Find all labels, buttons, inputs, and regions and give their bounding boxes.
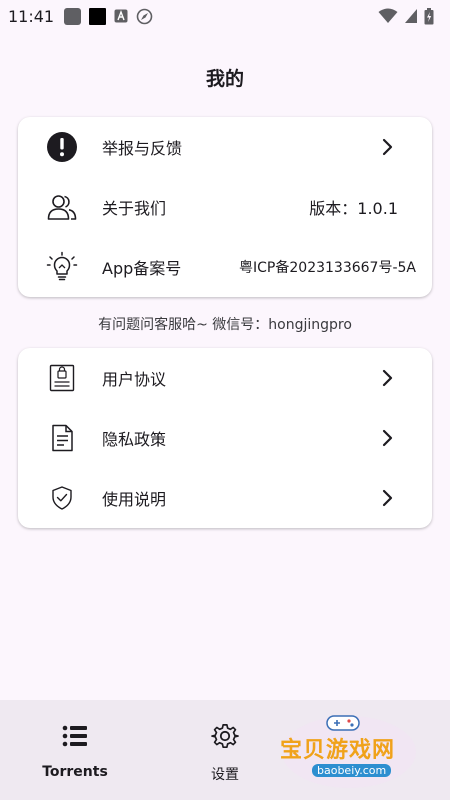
font-app-icon [114,9,128,23]
gamepad-icon [326,715,360,731]
page-title: 我的 [205,68,244,90]
app-version: 版本：1.0.1 [309,199,398,218]
watermark-text: 宝贝游戏网 [280,738,396,763]
nav-settings-label: 设置 [211,767,239,783]
list-icon [62,725,87,747]
icp-record-row: App备案号 粤ICP备2023133667号-5A [18,237,432,297]
chevron-right-icon [382,138,393,156]
agreement-icon [46,362,78,394]
usage-guide-row[interactable]: 使用说明 [18,468,432,528]
watermark-url: baobeiy.com [312,764,392,777]
compass-icon [136,8,153,24]
document-icon [46,422,78,454]
nav-torrents[interactable]: Torrents [0,700,150,800]
nav-torrents-label: Torrents [42,764,108,780]
icp-record-number: 粤ICP备2023133667号-5A [239,260,416,276]
about-us-row[interactable]: 关于我们 版本：1.0.1 [18,177,432,237]
signal-icon [405,9,417,23]
chevron-right-icon [382,369,393,387]
gear-icon [211,724,239,749]
report-feedback-label: 举报与反馈 [102,139,183,158]
chevron-right-icon [382,429,393,447]
lightbulb-icon [46,251,78,283]
about-us-label: 关于我们 [102,199,167,218]
status-bar: 11:41 [0,0,450,32]
info-card: 举报与反馈 关于我们 版本：1.0.1 App备案号 粤ICP备20231336… [18,117,432,297]
icp-record-label: App备案号 [102,259,182,278]
user-agreement-row[interactable]: 用户协议 [18,348,432,408]
app-notification-icon [64,7,82,25]
wifi-icon [378,8,398,23]
legal-card: 用户协议 隐私政策 使用说明 [18,348,432,528]
status-time: 11:41 [8,6,55,26]
privacy-policy-row[interactable]: 隐私政策 [18,408,432,468]
watermark-logo: 宝贝游戏网 baobeiy.com [272,712,422,792]
customer-service-note: 有问题问客服哈~ 微信号：hongjingpro [98,317,352,333]
notification-icons [64,7,153,25]
chevron-right-icon [382,489,393,507]
user-agreement-label: 用户协议 [102,370,167,389]
battery-icon [424,7,434,24]
black-square-icon [89,7,107,25]
usage-guide-label: 使用说明 [102,490,167,509]
alert-circle-icon [46,131,78,163]
report-feedback-row[interactable]: 举报与反馈 [18,117,432,177]
users-icon [46,191,78,223]
shield-check-icon [46,482,78,514]
privacy-policy-label: 隐私政策 [102,430,167,449]
